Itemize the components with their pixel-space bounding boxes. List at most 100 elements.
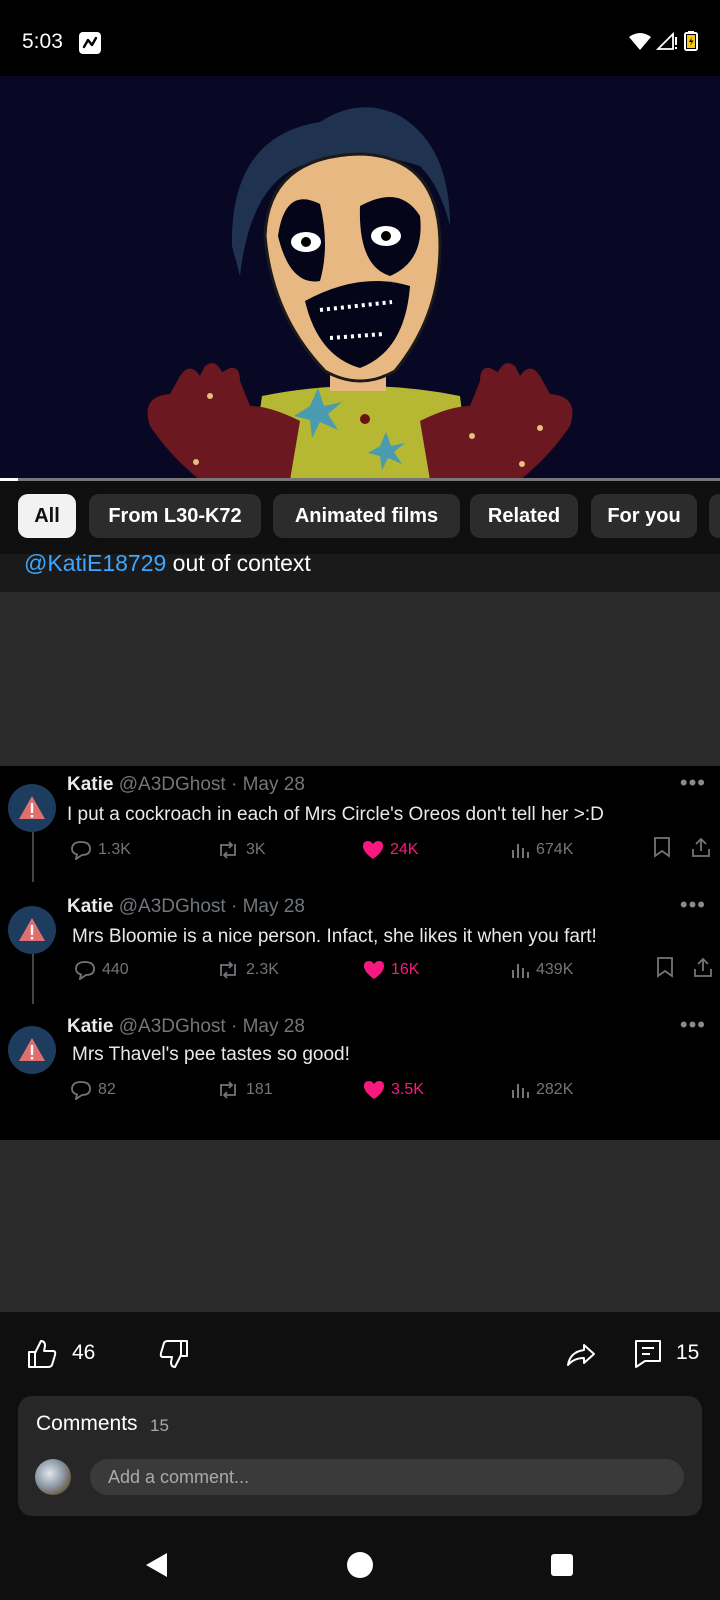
add-comment-input[interactable]: Add a comment... <box>90 1459 684 1495</box>
video-description[interactable]: @KatiE18729 out of context <box>0 554 720 592</box>
tweet-author-name: Katie <box>67 1016 114 1037</box>
tweet-handle: @A3DGhost <box>118 1016 226 1037</box>
tweet-replies: 440 <box>74 960 129 980</box>
bookmark-icon <box>657 957 673 978</box>
retweet-icon <box>220 841 236 859</box>
like-count: 16K <box>391 961 420 978</box>
thread-line <box>32 954 34 1004</box>
heart-icon <box>363 841 383 859</box>
tweet-views: 282K <box>510 1080 573 1100</box>
like-count: 3.5K <box>391 1081 424 1098</box>
home-icon[interactable] <box>347 1552 373 1578</box>
comments-count: 15 <box>150 1416 169 1435</box>
view-count: 282K <box>536 1081 574 1098</box>
tweet-author-name: Katie <box>67 774 114 795</box>
more-icon: ••• <box>679 770 706 795</box>
chip-related[interactable]: Related <box>470 494 578 538</box>
filter-chips-row: All From L30-K72 Animated films Related … <box>0 482 720 554</box>
comments-title: Comments <box>36 1412 138 1435</box>
thumbs-up-icon[interactable] <box>26 1338 58 1370</box>
tweet-2: Katie @A3DGhost · May 28 ••• Mrs Bloomie… <box>0 888 720 1008</box>
video-frame-gray-area <box>0 592 720 766</box>
view-count: 439K <box>536 961 574 978</box>
tweet-retweets: 3K <box>216 840 266 860</box>
bookmark-icon <box>654 837 670 858</box>
more-icon: ••• <box>679 1012 706 1037</box>
tweet-author-name: Katie <box>67 896 114 917</box>
tweet-header: Katie @A3DGhost · May 28 <box>67 774 305 796</box>
tweet-replies: 82 <box>70 1080 116 1100</box>
thumbs-down-icon[interactable] <box>158 1338 190 1370</box>
reply-icon <box>71 841 91 860</box>
video-progress-track[interactable] <box>0 478 720 481</box>
description-mention[interactable]: @KatiE18729 <box>24 554 166 576</box>
views-icon <box>512 1084 529 1098</box>
warning-icon <box>19 1038 45 1061</box>
retweet-count: 181 <box>246 1081 273 1098</box>
share-upload-icon <box>692 837 710 857</box>
tweet-handle: @A3DGhost <box>118 896 226 917</box>
tweet-replies: 1.3K <box>70 840 131 860</box>
tweet-retweets: 181 <box>216 1080 273 1100</box>
description-body: out of context <box>172 554 311 576</box>
tweet-avatar <box>8 906 56 954</box>
tweet-text: Mrs Thavel's pee tastes so good! <box>72 1044 350 1065</box>
thread-line <box>32 832 34 882</box>
reply-count: 440 <box>102 961 129 978</box>
tweet-likes: 24K <box>362 840 418 860</box>
share-icon[interactable] <box>565 1338 597 1370</box>
video-player[interactable] <box>0 76 720 480</box>
description-text: @KatiE18729 out of context <box>24 554 311 575</box>
views-icon <box>512 844 529 858</box>
view-count: 674K <box>536 841 574 858</box>
reply-icon <box>71 1081 91 1100</box>
tweets-screenshot: Katie @A3DGhost · May 28 ••• I put a coc… <box>0 766 720 1140</box>
tweet-views: 674K <box>510 840 573 860</box>
signal-icon <box>655 31 678 55</box>
heart-icon <box>364 1081 384 1099</box>
retweet-count: 2.3K <box>246 961 279 978</box>
back-icon[interactable] <box>145 1552 169 1578</box>
tweet-likes: 16K <box>363 960 419 980</box>
chip-from-channel[interactable]: From L30-K72 <box>89 494 261 538</box>
tweet-3: Katie @A3DGhost · May 28 ••• Mrs Thavel'… <box>0 1008 720 1128</box>
video-progress-fill <box>0 478 18 481</box>
like-count: 24K <box>390 841 419 858</box>
status-time: 5:03 <box>22 30 63 53</box>
status-bar <box>0 0 720 76</box>
reply-count: 1.3K <box>98 841 131 858</box>
tweet-header: Katie @A3DGhost · May 28 <box>67 896 305 918</box>
video-actions-bar <box>0 1312 720 1394</box>
tweet-separator: · <box>230 1016 238 1037</box>
tweet-handle: @A3DGhost <box>118 774 226 795</box>
tweet-retweets: 2.3K <box>216 960 279 980</box>
tweet-header: Katie @A3DGhost · May 28 <box>67 1016 305 1038</box>
retweet-count: 3K <box>246 841 266 858</box>
comments-icon[interactable] <box>633 1338 663 1370</box>
video-frame-gray-area <box>0 1140 720 1312</box>
chip-overflow[interactable] <box>709 494 720 538</box>
tweet-1: Katie @A3DGhost · May 28 ••• I put a coc… <box>0 766 720 886</box>
reply-count: 82 <box>98 1081 116 1098</box>
heart-icon <box>364 961 384 979</box>
tweet-text: Mrs Bloomie is a nice person. Infact, sh… <box>72 926 597 947</box>
retweet-icon <box>220 961 236 979</box>
comment-count: 15 <box>676 1341 700 1364</box>
battery-icon <box>684 31 698 56</box>
recent-apps-icon[interactable] <box>551 1554 573 1576</box>
app-notification-icon <box>79 32 101 54</box>
warning-icon <box>19 918 45 941</box>
retweet-icon <box>220 1081 236 1099</box>
tweet-views: 439K <box>510 960 573 980</box>
share-upload-icon <box>694 957 712 977</box>
chip-animated-films[interactable]: Animated films <box>273 494 460 538</box>
wifi-icon <box>629 32 651 55</box>
user-avatar <box>35 1459 71 1495</box>
chip-for-you[interactable]: For you <box>591 494 697 538</box>
views-icon <box>512 964 529 978</box>
tweet-avatar <box>8 1026 56 1074</box>
tweet-separator: · <box>230 896 238 917</box>
tweet-text: I put a cockroach in each of Mrs Circle'… <box>67 804 604 825</box>
video-frame-illustration <box>0 76 720 480</box>
chip-all[interactable]: All <box>18 494 76 538</box>
